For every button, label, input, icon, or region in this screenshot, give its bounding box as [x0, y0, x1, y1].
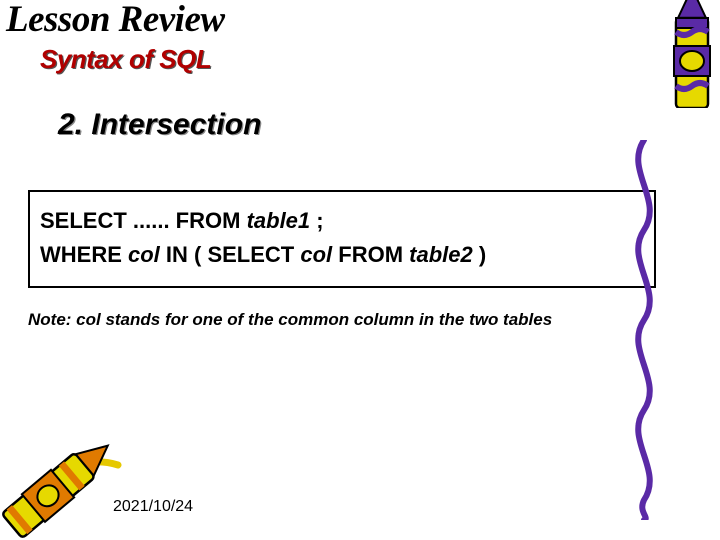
- crayon-purple-icon: [662, 0, 720, 108]
- crayon-yellow-icon: [0, 431, 132, 540]
- section-heading: 2. Intersection: [58, 108, 261, 142]
- squiggle-purple-icon: [620, 140, 668, 525]
- slide-title: Lesson Review: [6, 0, 225, 41]
- code-line-2: WHERE col IN ( SELECT col FROM table2 ): [40, 238, 644, 272]
- code-ident-col: col: [300, 242, 332, 267]
- code-ident-col: col: [128, 242, 160, 267]
- code-text: ): [473, 242, 486, 267]
- slide-subtitle: Syntax of SQL: [40, 44, 211, 75]
- code-text: WHERE: [40, 242, 128, 267]
- code-text: IN ( SELECT: [160, 242, 301, 267]
- code-text: SELECT ...... FROM: [40, 208, 247, 233]
- slide: Lesson Review Syntax of SQL 2. Intersect…: [0, 0, 720, 540]
- code-line-1: SELECT ...... FROM table1 ;: [40, 204, 644, 238]
- code-text: FROM: [332, 242, 409, 267]
- note-text: Note: col stands for one of the common c…: [28, 310, 552, 330]
- code-ident-table2: table2: [409, 242, 473, 267]
- sql-code-box: SELECT ...... FROM table1 ; WHERE col IN…: [28, 190, 656, 288]
- code-ident-table1: table1: [247, 208, 311, 233]
- code-text: ;: [310, 208, 323, 233]
